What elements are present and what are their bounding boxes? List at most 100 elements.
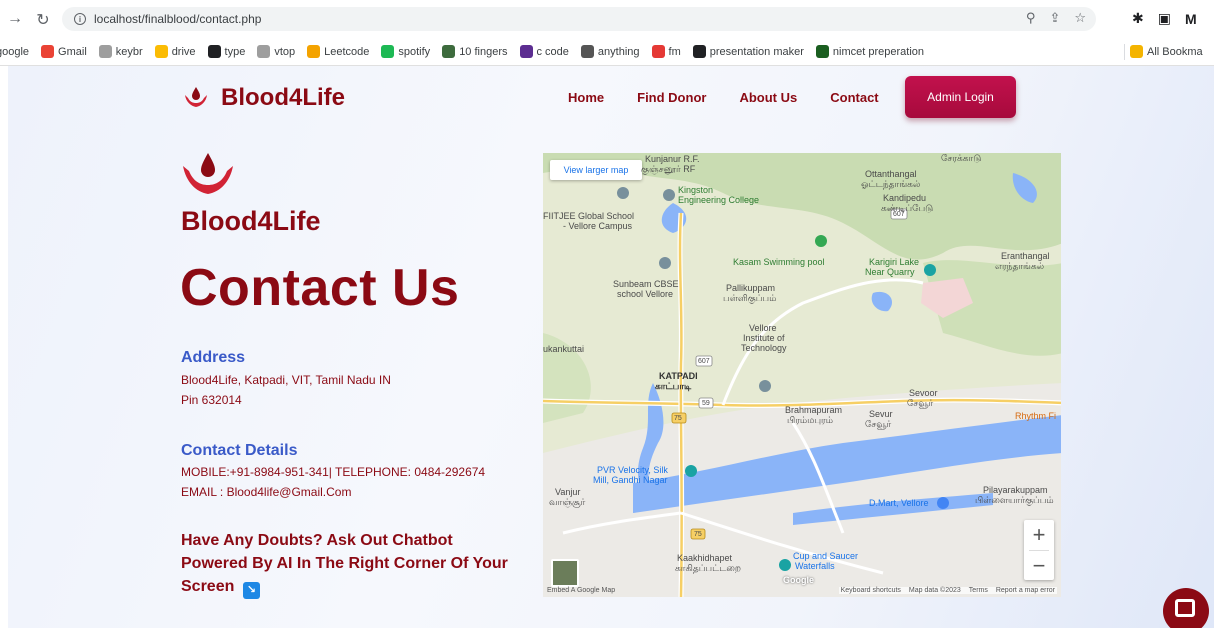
sidepanel-icon[interactable]: ▣ — [1158, 10, 1171, 27]
map-footer: Embed A Google Map Keyboard shortcuts Ma… — [543, 585, 1061, 597]
map-label: எரந்தாங்கல் — [995, 261, 1045, 271]
chatbot-hint-text: Have Any Doubts? Ask Out Chatbot Powered… — [181, 532, 508, 595]
nav-about-us[interactable]: About Us — [739, 90, 797, 105]
blood-hands-logo-icon — [185, 87, 207, 107]
bookmark-item[interactable]: Leetcode — [307, 45, 369, 58]
map-label: Sevoor — [909, 388, 938, 398]
google-map[interactable]: View larger map Kunjanur R.F. குஞ்சனூர் … — [543, 153, 1061, 597]
page-title: Contact Us — [180, 259, 460, 317]
bookmark-icon — [815, 45, 829, 58]
map-embed-caption: Embed A Google Map — [547, 587, 616, 594]
bookmark-label: presentation maker — [709, 45, 804, 58]
map-label: Engineering College — [678, 195, 760, 205]
map-label: ஓட்டந்தாங்கல் — [861, 179, 921, 189]
bookmark-item[interactable]: 10 fingers — [442, 45, 508, 58]
brand[interactable]: Blood4Life — [183, 84, 345, 112]
bookmark-item[interactable]: google — [0, 46, 29, 58]
bookmark-item[interactable]: anything — [580, 45, 640, 58]
bookmark-label: drive — [171, 45, 196, 58]
map-label: - Vellore Campus — [563, 221, 633, 231]
bookmark-icon — [41, 45, 55, 58]
extensions-icon[interactable]: ✱ — [1132, 10, 1144, 27]
bookmark-label: anything — [597, 45, 640, 58]
star-icon[interactable]: ☆ — [1074, 10, 1086, 26]
map-label: Near Quarry — [865, 267, 915, 277]
all-bookmarks[interactable]: All Bookma — [1130, 45, 1203, 58]
contact-phone: MOBILE:+91-8984-951-341| TELEPHONE: 0484… — [181, 465, 486, 479]
map-label: Vanjur — [555, 487, 581, 497]
map-label: பிள்ளையார்குப்பம் — [975, 495, 1054, 505]
contact-heading: Contact Details — [181, 442, 298, 459]
map-label: ukankuttai — [543, 344, 585, 354]
map-label: சேரக்காடு — [941, 153, 982, 163]
map-label: FIITJEE Global School — [543, 211, 635, 221]
bookmark-item[interactable]: c code — [519, 45, 569, 58]
road-shield-label: 607 — [698, 358, 710, 365]
url-text: localhost/finalblood/contact.php — [94, 12, 262, 26]
chat-icon — [1175, 599, 1195, 617]
bookmark-label: keybr — [115, 45, 143, 58]
map-label: Kasam Swimming pool — [733, 257, 825, 267]
map-label: Sunbeam CBSE — [613, 279, 679, 289]
bookmark-icon — [98, 45, 112, 58]
nav-find-donor[interactable]: Find Donor — [637, 90, 706, 105]
bookmark-icon — [257, 45, 271, 58]
bookmark-item[interactable]: fm — [651, 45, 681, 58]
map-label: PVR Velocity, Silk — [597, 465, 668, 475]
nav-contact[interactable]: Contact — [830, 90, 878, 105]
bookmark-item[interactable]: spotify — [381, 45, 430, 58]
report-error-link[interactable]: Report a map error — [996, 587, 1055, 594]
bookmark-item[interactable]: nimcet preperation — [815, 45, 924, 58]
map-label: Institute of — [743, 333, 785, 343]
address-bar[interactable]: i localhost/finalblood/contact.php ⚲ ⇪ ☆ — [62, 7, 1096, 31]
bookmark-icon — [207, 45, 221, 58]
zoom-out-button[interactable]: − — [1024, 551, 1054, 581]
address-line-1: Blood4Life, Katpadi, VIT, Tamil Nadu IN — [181, 373, 391, 387]
road-shield-label: 75 — [674, 415, 682, 422]
bookmark-label: 10 fingers — [459, 45, 508, 58]
view-larger-map-link[interactable]: View larger map — [550, 160, 642, 180]
chatbot-hint: Have Any Doubts? Ask Out Chatbot Powered… — [181, 529, 521, 599]
bookmark-item[interactable]: type — [207, 45, 245, 58]
bookmark-icon — [651, 45, 665, 58]
profile-icon[interactable]: M — [1185, 11, 1197, 27]
bookmark-item[interactable]: drive — [154, 45, 196, 58]
nav-home[interactable]: Home — [568, 90, 604, 105]
bookmark-icon — [580, 45, 594, 58]
contact-page: Blood4Life Home Find Donor About Us Cont… — [8, 66, 1214, 628]
bookmark-item[interactable]: vtop — [257, 45, 295, 58]
all-bookmarks-label: All Bookma — [1147, 45, 1203, 58]
hero-brand: Blood4Life — [181, 206, 321, 236]
map-label: KATPADI — [659, 371, 698, 381]
info-icon[interactable]: i — [74, 13, 86, 25]
map-label: Eranthangal — [1001, 251, 1050, 261]
map-label: Kunjanur R.F. — [645, 154, 700, 164]
terms-link[interactable]: Terms — [969, 587, 988, 594]
keyboard-shortcuts-link[interactable]: Keyboard shortcuts — [841, 587, 901, 594]
map-label: சேவூர் — [865, 419, 892, 429]
bookmark-item[interactable]: keybr — [98, 45, 143, 58]
road-shield-label: 59 — [702, 400, 710, 407]
contact-email: EMAIL : Blood4life@Gmail.Com — [181, 485, 352, 499]
chatbot-button[interactable] — [1163, 588, 1209, 628]
map-label: Kaakhidhapet — [677, 553, 733, 563]
bookmark-item[interactable]: presentation maker — [692, 45, 804, 58]
map-data-text: Map data ©2023 — [908, 587, 961, 594]
map-label: Ottanthangal — [865, 169, 917, 179]
bookmark-label: c code — [536, 45, 569, 58]
road-shield-label: 607 — [893, 211, 905, 218]
bookmark-item[interactable]: Gmail — [41, 45, 87, 58]
map-label: D.Mart, Vellore — [869, 498, 929, 508]
satellite-toggle[interactable] — [551, 559, 579, 587]
google-logo: Google — [783, 575, 814, 585]
main-nav: Home Find Donor About Us Contact — [568, 90, 912, 105]
bookmark-label: vtop — [274, 45, 296, 58]
bookmark-icon — [519, 45, 533, 58]
map-label: Rhythm Fi — [1015, 411, 1057, 421]
zoom-in-button[interactable]: + — [1024, 520, 1054, 550]
admin-login-button[interactable]: Admin Login — [905, 76, 1016, 118]
share-icon[interactable]: ⇪ — [1049, 10, 1060, 26]
zoom-icon[interactable]: ⚲ — [1026, 10, 1036, 26]
reload-icon[interactable]: ↻ — [32, 10, 54, 30]
forward-icon[interactable]: → — [4, 10, 26, 28]
